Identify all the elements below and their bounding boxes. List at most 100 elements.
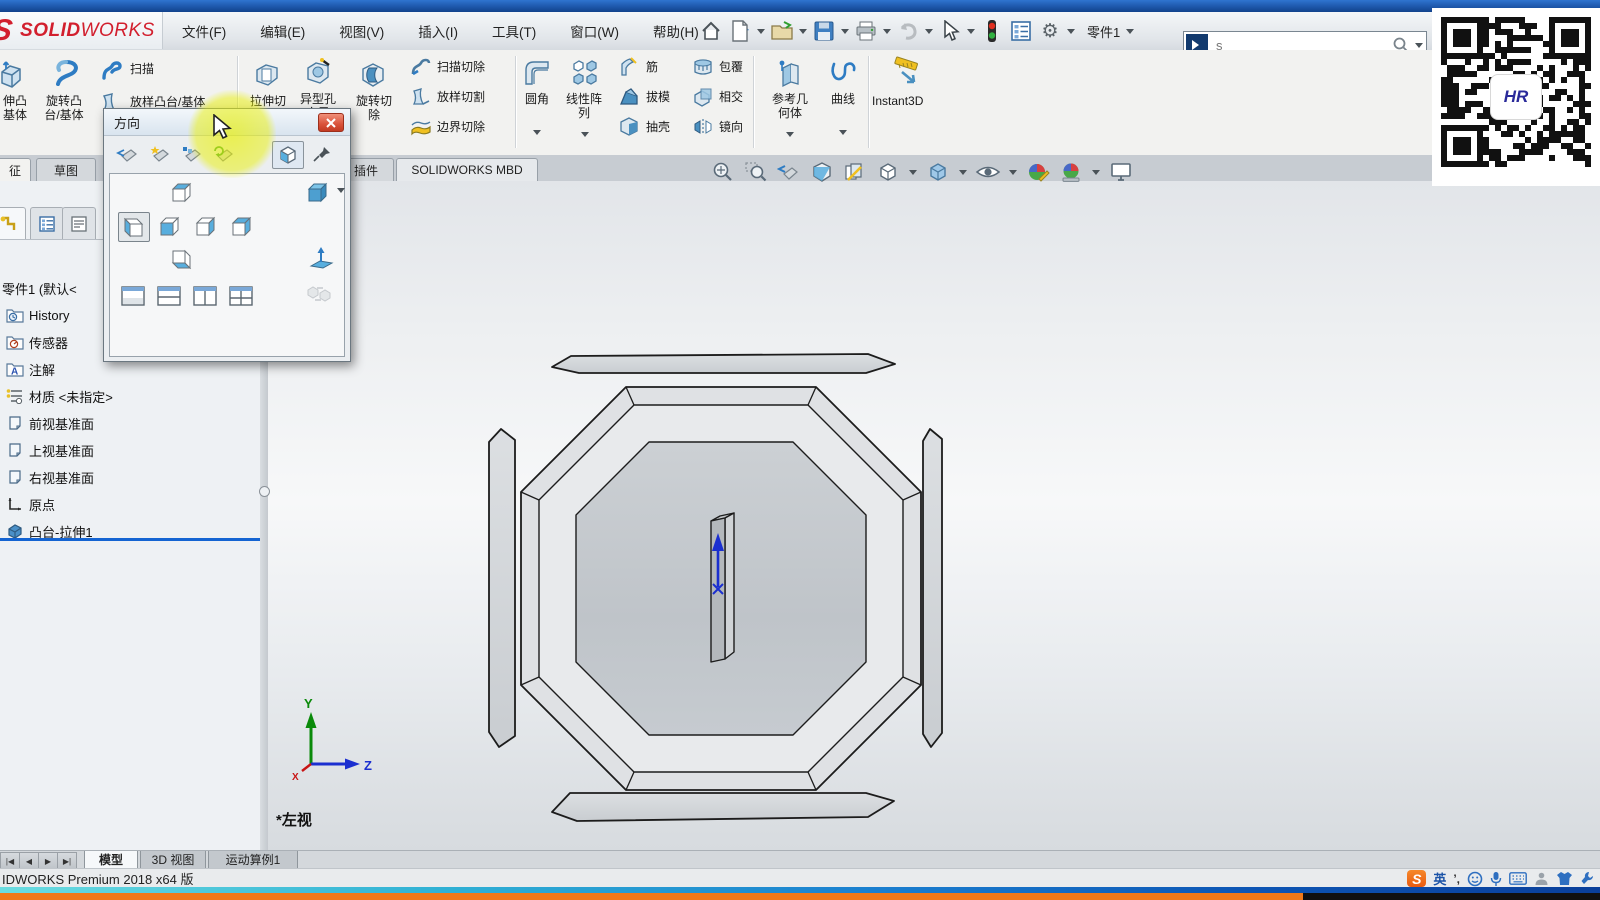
section-view-icon[interactable]: [809, 160, 835, 184]
cut-extrude-icon[interactable]: [252, 60, 282, 90]
options-dropdown-caret[interactable]: [1067, 29, 1075, 34]
top-edge-face[interactable]: [552, 354, 895, 373]
tree-item-material[interactable]: 材质 <未指定>: [0, 383, 256, 409]
tab-sketch[interactable]: 草图: [36, 158, 96, 181]
draft-icon[interactable]: [618, 86, 640, 108]
3d-views-tab[interactable]: 3D 视图: [140, 851, 206, 869]
ime-language-toggle[interactable]: 英: [1433, 869, 1446, 888]
ime-keyboard-icon[interactable]: [1509, 872, 1527, 885]
tree-item-origin[interactable]: 原点: [0, 491, 256, 517]
hole-wizard-icon[interactable]: [302, 56, 334, 88]
configuration-manager-tab[interactable]: [62, 207, 96, 240]
view-back-button[interactable]: [226, 212, 256, 240]
instant3d-icon[interactable]: [890, 56, 924, 90]
link-views-button[interactable]: [304, 280, 334, 308]
dialog-close-button[interactable]: [318, 113, 344, 132]
orientation-dialog[interactable]: 方向: [103, 108, 351, 362]
draft-label[interactable]: 拔模: [646, 90, 670, 104]
left-edge-face[interactable]: [489, 429, 515, 747]
rib-label[interactable]: 筋: [646, 60, 658, 74]
tab-features[interactable]: 征: [0, 158, 31, 181]
file-properties-icon[interactable]: [1008, 18, 1034, 44]
home-icon[interactable]: [698, 18, 724, 44]
model-tab[interactable]: 模型: [84, 851, 138, 869]
reset-standard-views-tool-icon[interactable]: [210, 141, 238, 167]
two-view-vertical-button[interactable]: [190, 282, 220, 310]
menu-tools[interactable]: 工具(T): [488, 17, 540, 45]
save-dropdown-caret[interactable]: [841, 29, 849, 34]
bottom-edge-face[interactable]: [552, 793, 894, 821]
ime-punctuation-toggle[interactable]: ’,: [1453, 872, 1460, 886]
wrap-icon[interactable]: [692, 56, 714, 78]
tree-item-front-plane[interactable]: 前视基准面: [0, 410, 256, 436]
mirror-label[interactable]: 镜向: [719, 120, 743, 134]
view-top-button[interactable]: [166, 178, 196, 206]
single-viewport-button[interactable]: [118, 282, 148, 310]
3d-drawing-view-icon[interactable]: [842, 160, 868, 184]
display-style-icon[interactable]: [925, 160, 951, 184]
linear-pattern-label[interactable]: 线性阵列: [564, 92, 604, 120]
curves-dropdown-caret[interactable]: [839, 130, 847, 135]
mirror-icon[interactable]: [692, 116, 714, 138]
cut-boundary-icon[interactable]: [410, 116, 432, 138]
display-style-caret[interactable]: [959, 170, 967, 175]
new-view-tool-icon[interactable]: [146, 141, 174, 167]
search-dropdown-caret[interactable]: [1415, 43, 1423, 48]
motion-study-tab[interactable]: 运动算例1: [208, 851, 298, 869]
model-canvas[interactable]: Y Z X: [268, 181, 1600, 850]
four-view-button[interactable]: [226, 282, 256, 310]
video-progress-track[interactable]: [0, 893, 1600, 900]
fillet-label[interactable]: 圆角: [517, 92, 557, 106]
zoom-to-fit-icon[interactable]: [710, 160, 736, 184]
property-manager-tab[interactable]: [30, 207, 64, 240]
rib-icon[interactable]: [618, 56, 640, 78]
curves-icon[interactable]: [828, 58, 858, 88]
menu-window[interactable]: 窗口(W): [566, 17, 623, 45]
cut-loft-label[interactable]: 放样切割: [437, 90, 485, 104]
edit-appearance-icon[interactable]: [1025, 160, 1051, 184]
tree-item-right-plane[interactable]: 右视基准面: [0, 464, 256, 490]
ime-settings-wrench-icon[interactable]: [1580, 871, 1594, 886]
new-dropdown-caret[interactable]: [757, 29, 765, 34]
view-orientation-caret[interactable]: [909, 170, 917, 175]
loft-boss-label[interactable]: 放样凸台/基体: [130, 95, 205, 109]
open-dropdown-caret[interactable]: [799, 29, 807, 34]
zoom-to-area-icon[interactable]: [743, 160, 769, 184]
hide-show-items-icon[interactable]: [975, 160, 1001, 184]
normal-to-button[interactable]: [306, 244, 336, 272]
feature-tree-tab[interactable]: [0, 207, 26, 240]
print-icon[interactable]: [853, 18, 879, 44]
view-selector-toggle[interactable]: [272, 141, 304, 169]
ime-microphone-icon[interactable]: [1490, 871, 1502, 887]
curves-label[interactable]: 曲线: [825, 92, 861, 106]
sweep-boss-icon[interactable]: [100, 58, 124, 82]
previous-view-tool-icon[interactable]: [114, 141, 142, 167]
two-view-horizontal-button[interactable]: [154, 282, 184, 310]
menu-help[interactable]: 帮助(H): [649, 17, 703, 45]
pattern-dropdown-caret[interactable]: [581, 132, 589, 137]
hide-show-items-caret[interactable]: [1009, 170, 1017, 175]
tree-item-top-plane[interactable]: 上视基准面: [0, 437, 256, 463]
menu-view[interactable]: 视图(V): [335, 17, 388, 45]
right-edge-face[interactable]: [923, 429, 942, 747]
apply-scene-caret[interactable]: [1092, 170, 1100, 175]
select-dropdown-caret[interactable]: [967, 29, 975, 34]
tab-solidworks-mbd[interactable]: SOLIDWORKS MBD: [396, 158, 538, 181]
view-orientation-icon[interactable]: [875, 160, 901, 184]
open-document-icon[interactable]: [769, 18, 795, 44]
undo-icon[interactable]: [895, 18, 921, 44]
orientation-dialog-titlebar[interactable]: 方向: [104, 109, 350, 136]
cut-revolve-icon[interactable]: [358, 60, 388, 90]
pin-dialog-icon[interactable]: [308, 141, 336, 167]
fillet-icon[interactable]: [522, 58, 552, 88]
intersect-label[interactable]: 相交: [719, 90, 743, 104]
view-bottom-button[interactable]: [166, 246, 196, 274]
view-right-button[interactable]: [190, 212, 220, 240]
shell-label[interactable]: 抽壳: [646, 120, 670, 134]
apply-scene-icon[interactable]: [1058, 160, 1084, 184]
fillet-dropdown-caret[interactable]: [533, 130, 541, 135]
isometric-dropdown-caret[interactable]: [337, 188, 345, 193]
refgeo-dropdown-caret[interactable]: [786, 132, 794, 137]
splitter-handle[interactable]: [259, 486, 270, 497]
ime-smiley-icon[interactable]: [1467, 871, 1483, 887]
